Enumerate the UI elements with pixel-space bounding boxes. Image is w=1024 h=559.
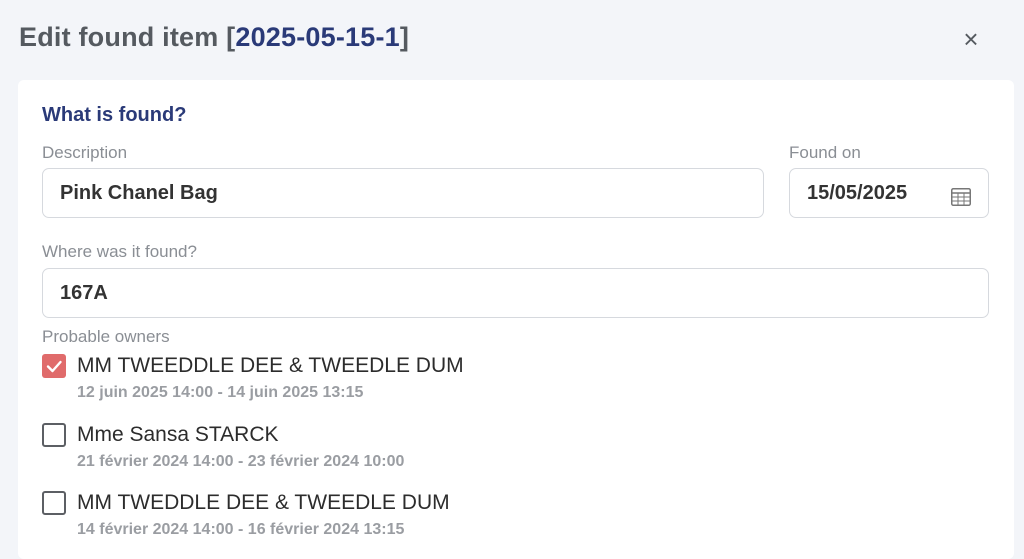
owner-name[interactable]: Mme Sansa STARCK bbox=[77, 423, 279, 447]
item-reference: 2025-05-15-1 bbox=[235, 22, 400, 52]
calendar-icon[interactable] bbox=[951, 188, 971, 206]
dialog-title: Edit found item [2025-05-15-1] bbox=[19, 22, 409, 53]
title-prefix: Edit found item [ bbox=[19, 22, 236, 52]
check-icon bbox=[46, 360, 62, 373]
section-title: What is found? bbox=[42, 104, 187, 126]
owner-dates: 21 février 2024 14:00 - 23 février 2024 … bbox=[77, 453, 405, 470]
owner-dates: 12 juin 2025 14:00 - 14 juin 2025 13:15 bbox=[77, 384, 364, 401]
location-field[interactable]: 167A bbox=[42, 268, 989, 318]
owner-checkbox[interactable] bbox=[42, 423, 66, 447]
location-label: Where was it found? bbox=[42, 242, 197, 261]
description-label: Description bbox=[42, 143, 128, 162]
title-suffix: ] bbox=[399, 22, 410, 52]
dialog-header: Edit found item [2025-05-15-1] × bbox=[0, 0, 1024, 80]
owner-dates: 14 février 2024 14:00 - 16 février 2024 … bbox=[77, 521, 405, 538]
found-on-label: Found on bbox=[789, 143, 861, 162]
owner-name[interactable]: MM TWEDDLE DEE & TWEEDLE DUM bbox=[77, 491, 450, 515]
owner-checkbox[interactable] bbox=[42, 491, 66, 515]
close-icon[interactable]: × bbox=[958, 24, 984, 54]
owner-checkbox[interactable] bbox=[42, 354, 66, 378]
form-card bbox=[18, 80, 1014, 559]
description-field[interactable]: Pink Chanel Bag bbox=[42, 168, 764, 218]
owner-name[interactable]: MM TWEEDDLE DEE & TWEEDLE DUM bbox=[77, 354, 464, 378]
owners-label: Probable owners bbox=[42, 327, 170, 346]
